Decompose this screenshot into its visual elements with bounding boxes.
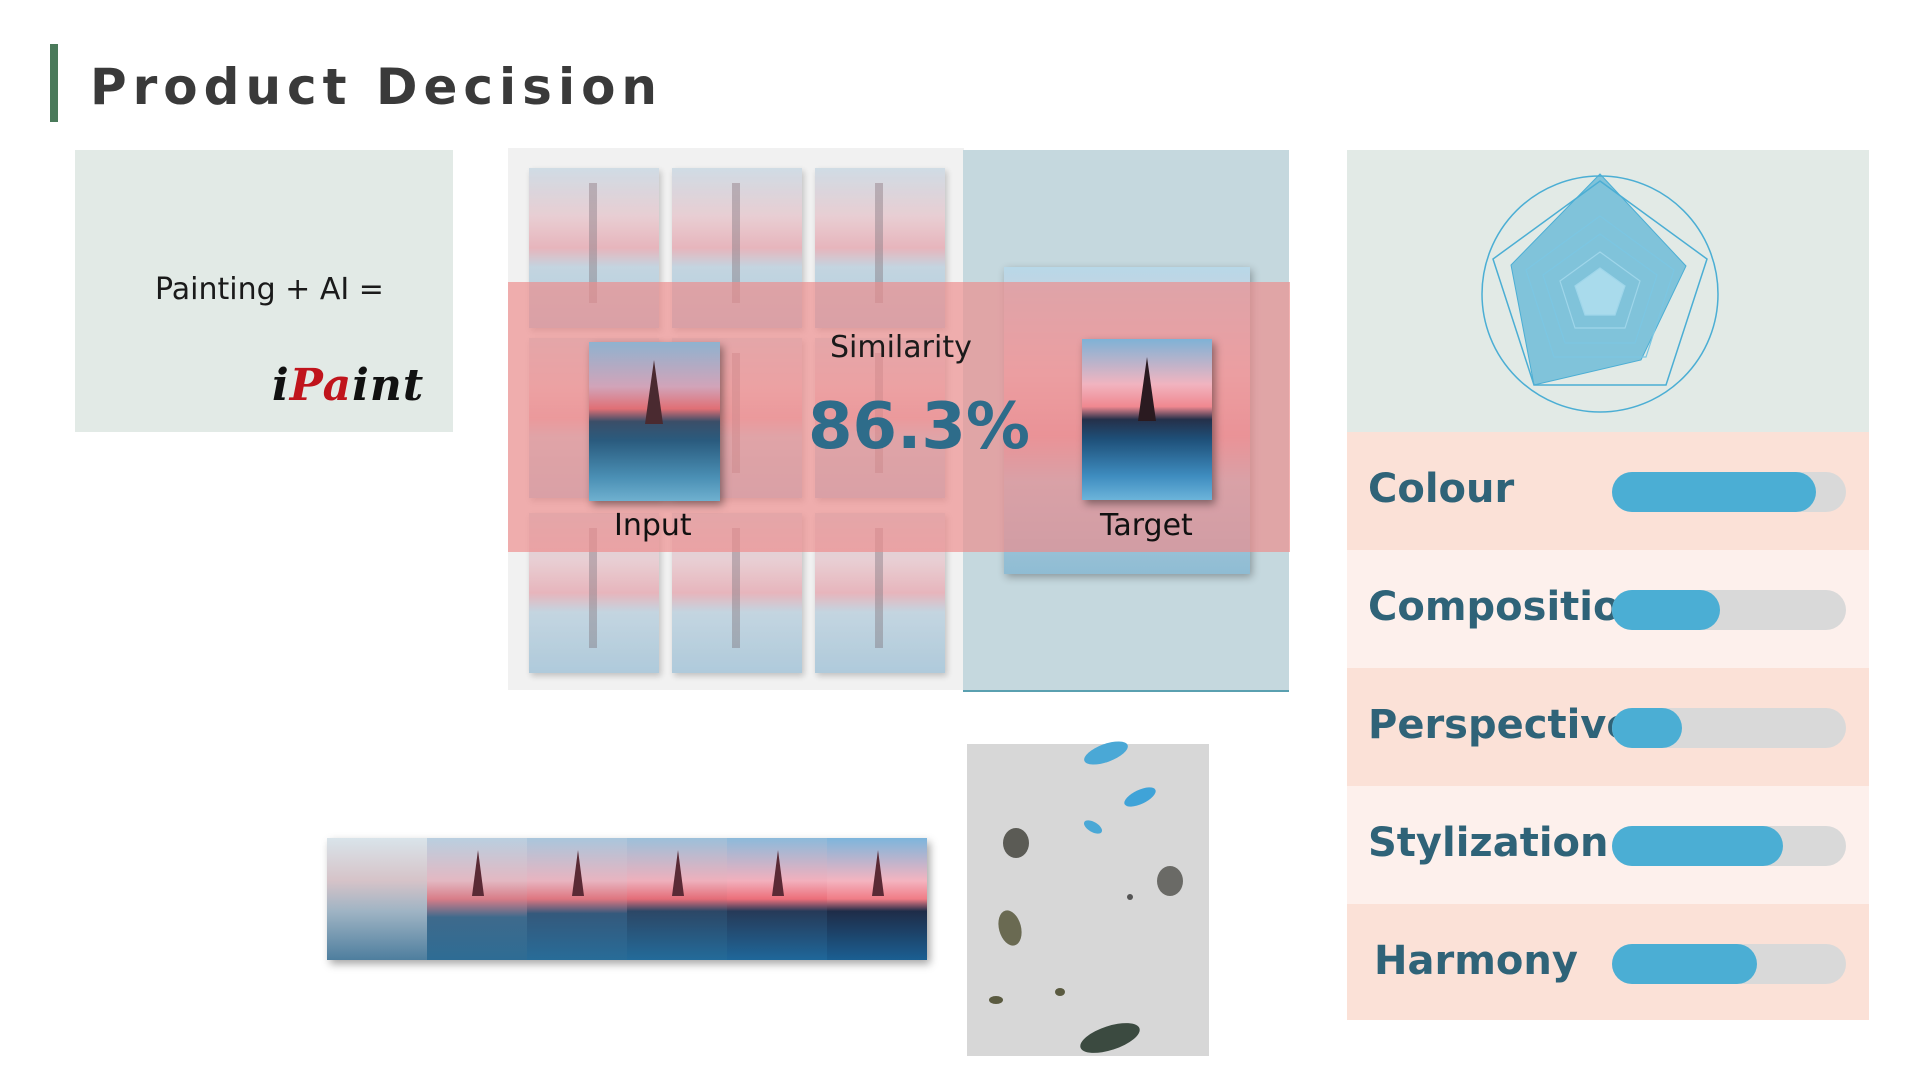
- title-accent-bar: [50, 44, 58, 122]
- metric-bar-fill: [1612, 826, 1783, 866]
- brush-stroke: [1003, 828, 1029, 858]
- eiffel-tower-icon: [645, 360, 663, 424]
- target-photo-image: [1082, 339, 1212, 500]
- brush-stroke: [1121, 783, 1159, 811]
- metric-row-harmony: Harmony: [1347, 904, 1869, 1020]
- painting-progression-strip: [327, 838, 927, 960]
- radar-chart: [1481, 173, 1719, 413]
- target-label: Target: [1100, 508, 1193, 543]
- similarity-label: Similarity: [830, 330, 972, 365]
- metric-bar-fill: [1612, 708, 1683, 748]
- progression-frame: [727, 838, 827, 960]
- progression-frame: [627, 838, 727, 960]
- metric-label: Colour: [1368, 466, 1515, 512]
- metric-bar-track: [1612, 708, 1846, 748]
- progression-frame: [827, 838, 927, 960]
- brush-stroke: [994, 907, 1026, 949]
- brush-stroke: [1081, 817, 1105, 837]
- brush-stroke: [1055, 988, 1065, 996]
- metric-row-stylization: Stylization: [1347, 786, 1869, 904]
- eiffel-tower-icon: [1138, 357, 1156, 421]
- brush-stroke: [1157, 866, 1183, 896]
- metric-bar-track: [1612, 472, 1846, 512]
- metric-bar-track: [1612, 944, 1846, 984]
- metric-row-composition: Composition: [1347, 550, 1869, 668]
- metric-label: Stylization: [1368, 820, 1609, 866]
- progression-frame: [427, 838, 527, 960]
- equation-text: Painting + AI =: [155, 272, 384, 307]
- brush-stroke: [1127, 894, 1133, 900]
- similarity-value: 86.3%: [808, 390, 1031, 464]
- page-title: Product Decision: [90, 58, 664, 116]
- metric-row-colour: Colour: [1347, 432, 1869, 550]
- brush-stroke: [1076, 1017, 1144, 1059]
- input-label: Input: [614, 508, 692, 543]
- ipaint-logo: iPaint: [272, 360, 425, 411]
- metric-bar-fill: [1612, 590, 1720, 630]
- input-painting-image: [589, 342, 720, 501]
- progression-frame: [527, 838, 627, 960]
- brush-strokes-card: [967, 736, 1209, 1059]
- metric-label: Composition: [1368, 584, 1649, 630]
- metric-label: Harmony: [1374, 938, 1578, 984]
- metric-row-perspective: Perspective: [1347, 668, 1869, 786]
- metric-bar-track: [1612, 590, 1846, 630]
- progression-frame: [327, 838, 427, 960]
- metric-bar-fill: [1612, 944, 1758, 984]
- brush-stroke: [1081, 736, 1131, 770]
- radar-chart-card: [1347, 150, 1869, 432]
- brush-stroke: [989, 996, 1003, 1004]
- metric-bar-track: [1612, 826, 1846, 866]
- metric-label: Perspective: [1368, 702, 1634, 748]
- metric-bar-fill: [1612, 472, 1816, 512]
